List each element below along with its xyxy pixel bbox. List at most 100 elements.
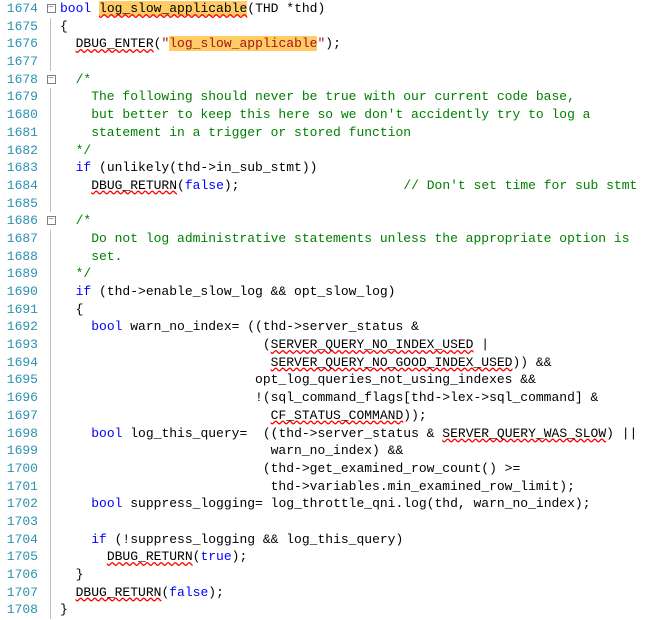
code-token: opt_log_queries_not_using_indexes &&	[60, 372, 536, 387]
code-line[interactable]: {	[60, 301, 661, 319]
code-token	[60, 532, 91, 547]
code-token: DBUG_ENTER	[76, 36, 154, 51]
code-token: SERVER_QUERY_NO_INDEX_USED	[271, 337, 474, 352]
line-number: 1685	[0, 195, 38, 213]
code-token	[60, 319, 91, 334]
code-token: ) ||	[606, 426, 637, 441]
code-line[interactable]: warn_no_index) &&	[60, 442, 661, 460]
code-token: true	[200, 549, 231, 564]
code-line[interactable]: /*	[60, 71, 661, 89]
code-token: (thd->get_examined_row_count() >=	[60, 461, 520, 476]
code-line[interactable]: CF_STATUS_COMMAND));	[60, 407, 661, 425]
code-line[interactable]: DBUG_RETURN(false); // Don't set time fo…	[60, 177, 661, 195]
line-number: 1687	[0, 230, 38, 248]
code-line[interactable]: statement in a trigger or stored functio…	[60, 124, 661, 142]
fold-guide	[50, 124, 58, 142]
fold-guide	[50, 53, 58, 71]
line-number: 1696	[0, 389, 38, 407]
code-line[interactable]: (SERVER_QUERY_NO_INDEX_USED |	[60, 336, 661, 354]
code-line[interactable]: if (!suppress_logging && log_this_query)	[60, 531, 661, 549]
code-line[interactable]: thd->variables.min_examined_row_limit);	[60, 478, 661, 496]
code-token	[60, 36, 76, 51]
code-line[interactable]	[60, 53, 661, 71]
code-line[interactable]: bool suppress_logging= log_throttle_qni.…	[60, 495, 661, 513]
code-token: false	[169, 585, 208, 600]
fold-guide	[50, 35, 58, 53]
line-number: 1694	[0, 354, 38, 372]
code-line[interactable]: {	[60, 18, 661, 36]
code-line[interactable]: but better to keep this here so we don't…	[60, 106, 661, 124]
fold-guide	[50, 407, 58, 425]
code-token: );	[208, 585, 224, 600]
fold-guide	[50, 88, 58, 106]
line-number: 1704	[0, 531, 38, 549]
code-token: if	[76, 160, 92, 175]
fold-guide	[50, 283, 58, 301]
code-token	[60, 213, 76, 228]
code-line[interactable]: opt_log_queries_not_using_indexes &&	[60, 371, 661, 389]
line-number: 1675	[0, 18, 38, 36]
code-line[interactable]: Do not log administrative statements unl…	[60, 230, 661, 248]
fold-guide	[50, 513, 58, 531]
code-line[interactable]: if (thd->enable_slow_log && opt_slow_log…	[60, 283, 661, 301]
code-line[interactable]: if (unlikely(thd->in_sub_stmt))	[60, 159, 661, 177]
code-token: set.	[60, 249, 122, 264]
line-number: 1676	[0, 35, 38, 53]
code-line[interactable]: }	[60, 601, 661, 619]
code-line[interactable]: /*	[60, 212, 661, 230]
code-token: /*	[76, 72, 92, 87]
code-line[interactable]: bool log_this_query= ((thd->server_statu…	[60, 425, 661, 443]
line-number: 1693	[0, 336, 38, 354]
code-line[interactable]: }	[60, 566, 661, 584]
code-line[interactable]: */	[60, 265, 661, 283]
code-line[interactable]: set.	[60, 248, 661, 266]
code-line[interactable]: SERVER_QUERY_NO_GOOD_INDEX_USED)) &&	[60, 354, 661, 372]
code-token	[60, 72, 76, 87]
code-line[interactable]	[60, 195, 661, 213]
fold-guide	[50, 566, 58, 584]
code-token: bool	[91, 426, 122, 441]
fold-toggle-icon[interactable]: −	[47, 75, 56, 84]
line-number: 1705	[0, 548, 38, 566]
code-area[interactable]: bool log_slow_applicable(THD *thd){ DBUG…	[58, 0, 661, 619]
code-token	[60, 178, 91, 193]
code-token: (	[60, 337, 271, 352]
code-line[interactable]: */	[60, 142, 661, 160]
line-number: 1700	[0, 460, 38, 478]
fold-column: − − −	[44, 0, 58, 619]
code-token: warn_no_index= ((thd->server_status &	[122, 319, 418, 334]
code-token: log_this_query= ((thd->server_status &	[122, 426, 442, 441]
fold-toggle-icon[interactable]: −	[47, 4, 56, 13]
code-line[interactable]	[60, 513, 661, 531]
line-number: 1690	[0, 283, 38, 301]
code-token: {	[60, 19, 68, 34]
line-number: 1679	[0, 88, 38, 106]
code-token	[60, 426, 91, 441]
code-line[interactable]: DBUG_ENTER("log_slow_applicable");	[60, 35, 661, 53]
code-token: bool	[91, 496, 122, 511]
fold-toggle-icon[interactable]: −	[47, 216, 56, 225]
code-token	[60, 355, 271, 370]
line-number: 1699	[0, 442, 38, 460]
code-token	[60, 549, 107, 564]
code-line[interactable]: DBUG_RETURN(true);	[60, 548, 661, 566]
fold-guide	[50, 425, 58, 443]
code-token	[60, 496, 91, 511]
code-line[interactable]: DBUG_RETURN(false);	[60, 584, 661, 602]
fold-guide	[50, 478, 58, 496]
code-line[interactable]: bool log_slow_applicable(THD *thd)	[60, 0, 661, 18]
fold-guide	[50, 159, 58, 177]
code-token: (!suppress_logging && log_this_query)	[107, 532, 403, 547]
fold-guide	[50, 354, 58, 372]
code-line[interactable]: The following should never be true with …	[60, 88, 661, 106]
code-line[interactable]: !(sql_command_flags[thd->lex->sql_comman…	[60, 389, 661, 407]
fold-guide	[50, 142, 58, 160]
code-token: if	[76, 284, 92, 299]
code-token: warn_no_index) &&	[60, 443, 403, 458]
fold-guide	[50, 248, 58, 266]
fold-guide	[50, 495, 58, 513]
code-line[interactable]: bool warn_no_index= ((thd->server_status…	[60, 318, 661, 336]
code-line[interactable]: (thd->get_examined_row_count() >=	[60, 460, 661, 478]
code-token: );	[325, 36, 341, 51]
line-number: 1683	[0, 159, 38, 177]
